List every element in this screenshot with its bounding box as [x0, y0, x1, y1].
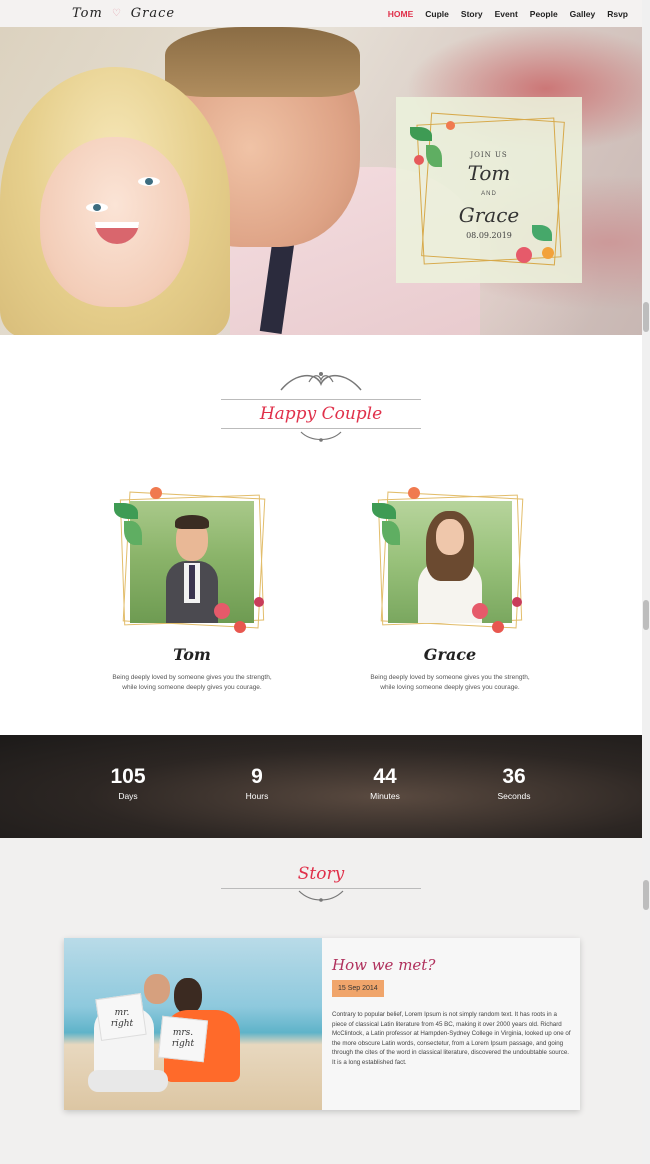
countdown-seconds: 36 Seconds: [464, 765, 564, 801]
section-divider-couple: Happy Couple: [221, 368, 421, 448]
section-title-story: Story: [297, 864, 345, 884]
flower-decoration: [408, 487, 420, 499]
menu-item-story[interactable]: Story: [461, 9, 483, 19]
flower-decoration: [472, 603, 488, 619]
invite-name-bride: Grace: [458, 203, 520, 227]
story-card: mr. right mrs. right How we met? 15 Sep …: [64, 938, 580, 1110]
scrollbar-thumb[interactable]: [643, 880, 649, 910]
leaf-decoration: [410, 127, 432, 141]
flower-decoration: [492, 621, 504, 633]
bride-desc-line: Being deeply loved by someone gives you …: [370, 674, 530, 681]
menu-item-rsvp[interactable]: Rsvp: [607, 9, 628, 19]
countdown-value: 9: [251, 765, 263, 788]
countdown-value: 36: [502, 765, 526, 788]
page: Tom ♡ Grace HOME Cuple Story Event Peopl…: [0, 0, 650, 1164]
main-menu: HOME Cuple Story Event People Galley Rsv…: [388, 9, 628, 19]
story-date-badge: 15 Sep 2014: [332, 980, 384, 997]
countdown-section: 105 Days 9 Hours 44 Minutes 36 Seconds: [0, 735, 642, 838]
flower-decoration: [512, 597, 522, 607]
scrollbar-thumb[interactable]: [643, 302, 649, 332]
menu-item-event[interactable]: Event: [495, 9, 518, 19]
pillow-text-left: mr. right: [110, 1008, 134, 1029]
flower-decoration: [542, 247, 554, 259]
groom-name: Tom: [173, 645, 211, 664]
hero-photo-groom-hair: [165, 27, 360, 97]
leaf-decoration: [372, 503, 396, 519]
brand-second-name: Grace: [130, 6, 176, 21]
invite-join-us: JOIN US: [470, 151, 508, 159]
divider-line: [221, 399, 421, 400]
flower-decoration: [150, 487, 162, 499]
countdown-days: 105 Days: [78, 765, 178, 801]
countdown-label: Days: [118, 791, 138, 801]
bride-description: Being deeply loved by someone gives you …: [320, 673, 580, 693]
groom-description: Being deeply loved by someone gives you …: [62, 673, 322, 693]
section-title-couple: Happy Couple: [259, 404, 383, 424]
countdown-value: 44: [373, 765, 397, 788]
section-divider-story: Story: [221, 858, 421, 908]
story-photo: mr. right mrs. right: [64, 938, 322, 1110]
flower-decoration: [446, 121, 455, 130]
menu-item-gallery[interactable]: Galley: [570, 9, 596, 19]
menu-item-people[interactable]: People: [530, 9, 558, 19]
divider-line: [221, 428, 421, 429]
story-paragraph: Contrary to popular belief, Lorem Ipsum …: [332, 1011, 571, 1066]
bride-photo: [388, 501, 512, 623]
countdown-hours: 9 Hours: [207, 765, 307, 801]
countdown-label: Seconds: [497, 791, 531, 801]
gold-frame: [421, 112, 565, 266]
menu-item-home[interactable]: HOME: [388, 9, 414, 19]
scrollbar-thumb[interactable]: [643, 600, 649, 630]
top-navbar: Tom ♡ Grace HOME Cuple Story Event Peopl…: [0, 0, 642, 27]
leaf-decoration: [114, 503, 138, 519]
brand-logo[interactable]: Tom ♡ Grace: [0, 6, 175, 21]
flower-decoration: [214, 603, 230, 619]
invite-date: 08.09.2019: [466, 231, 512, 240]
ornament-icon: [298, 890, 344, 902]
brand-first-name: Tom: [72, 6, 103, 21]
bride-name: Grace: [423, 645, 477, 664]
menu-item-couple[interactable]: Cuple: [425, 9, 449, 19]
couple-card-groom: Tom Being deeply loved by someone gives …: [62, 485, 322, 695]
countdown-label: Hours: [245, 791, 269, 801]
flower-decoration: [516, 247, 532, 263]
groom-desc-line: while loving someone deeply gives you co…: [122, 684, 262, 691]
couple-card-bride: Grace Being deeply loved by someone give…: [320, 485, 580, 695]
groom-desc-line: Being deeply loved by someone gives you …: [112, 674, 272, 681]
bride-eye-left: [86, 203, 108, 212]
countdown-label: Minutes: [370, 791, 400, 801]
hero-banner: JOIN US Tom AND Grace 08.09.2019: [0, 27, 642, 335]
heart-icon: ♡: [111, 8, 122, 19]
invite-name-groom: Tom: [467, 161, 511, 185]
flower-decoration: [254, 597, 264, 607]
countdown-value: 105: [110, 765, 146, 788]
countdown-minutes: 44 Minutes: [335, 765, 435, 801]
invitation-card: JOIN US Tom AND Grace 08.09.2019: [396, 97, 582, 283]
story-card-title: How we met?: [332, 956, 436, 974]
invite-and: AND: [481, 191, 497, 197]
pillow-text-right: mrs. right: [171, 1028, 195, 1049]
groom-photo: [130, 501, 254, 623]
page-scrollbar[interactable]: [642, 0, 650, 1164]
flower-decoration: [234, 621, 246, 633]
bride-eye-right: [138, 177, 160, 186]
ornament-icon: [300, 431, 342, 442]
ornament-icon: [280, 372, 362, 391]
bride-desc-line: while loving someone deeply gives you co…: [380, 684, 520, 691]
